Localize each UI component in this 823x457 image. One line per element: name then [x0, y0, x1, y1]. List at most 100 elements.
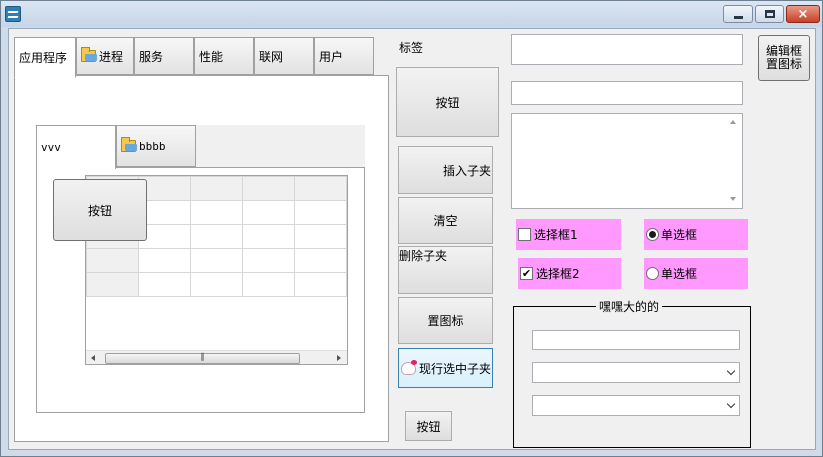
- group-title: 嘿嘿大的的: [596, 298, 663, 315]
- set-icon-button[interactable]: 置图标: [398, 297, 493, 344]
- radio-selected-dot-icon: [649, 231, 656, 238]
- scroll-right-arrow-icon[interactable]: [337, 355, 341, 361]
- scroll-thumb-grip: ⫼: [200, 353, 205, 363]
- panel-button[interactable]: 按钮: [53, 179, 147, 241]
- inner-tab-bbbb[interactable]: bbbb: [116, 125, 196, 167]
- grid-row-header: [86, 272, 139, 297]
- radio-1[interactable]: 单选框: [644, 219, 748, 250]
- grid-horizontal-scrollbar[interactable]: ⫼: [86, 350, 347, 364]
- radio-2[interactable]: 单选框: [644, 258, 748, 289]
- checkbox-2[interactable]: ✔ 选择框2: [518, 258, 621, 289]
- button-label: 现行选中子夹: [419, 361, 492, 376]
- tab-networking[interactable]: 联网: [254, 37, 314, 75]
- grid-cell[interactable]: [190, 224, 243, 249]
- scroll-thumb[interactable]: ⫼: [105, 353, 300, 364]
- clear-button[interactable]: 清空: [398, 197, 493, 244]
- group-text-input[interactable]: [532, 330, 740, 350]
- grid-cell[interactable]: [190, 248, 243, 273]
- inner-tab-label: vvv: [41, 141, 61, 154]
- app-logo-icon: [5, 6, 21, 22]
- small-button[interactable]: 按钮: [405, 411, 452, 441]
- button-label: 按钮: [87, 203, 112, 218]
- edit-frame-icon-button[interactable]: 编辑框置图标: [758, 35, 810, 81]
- table-row[interactable]: [86, 248, 347, 273]
- radio-circle[interactable]: [646, 228, 659, 241]
- main-window: × 应用程序 进程 服务 性能 联网 用户 vvv bbbb ⫼ 按钮 标签 按…: [0, 0, 823, 457]
- tab-users[interactable]: 用户: [314, 37, 374, 75]
- textarea-vertical-scrollbar[interactable]: [725, 114, 742, 208]
- tab-label: 服务: [139, 49, 164, 64]
- scroll-left-arrow-icon[interactable]: [91, 355, 95, 361]
- button-label: 删除子夹: [399, 249, 448, 263]
- grid-cell[interactable]: [138, 248, 191, 273]
- grid-cell[interactable]: [138, 272, 191, 297]
- checkbox-label: 选择框2: [536, 267, 580, 281]
- group-combo-2[interactable]: [532, 395, 740, 416]
- maximize-icon: [764, 10, 775, 18]
- group-combo-1[interactable]: [532, 362, 740, 383]
- grid-cell[interactable]: [294, 248, 347, 273]
- grid-cell[interactable]: [294, 224, 347, 249]
- scroll-up-arrow-icon[interactable]: [730, 120, 736, 124]
- minimize-icon: [733, 15, 743, 19]
- minimize-button[interactable]: [723, 5, 753, 23]
- radio-label: 单选框: [661, 267, 698, 281]
- delete-child-button[interactable]: 删除子夹: [398, 246, 493, 294]
- button-label: 插入子夹: [442, 163, 491, 178]
- grid-cell[interactable]: [242, 272, 295, 297]
- grid-cell[interactable]: [242, 200, 295, 225]
- tab-performance[interactable]: 性能: [194, 37, 254, 75]
- scroll-down-arrow-icon[interactable]: [730, 197, 736, 201]
- folder-icon: [121, 137, 137, 152]
- table-row[interactable]: [86, 272, 347, 297]
- folder-icon: [81, 47, 97, 62]
- hello-kitty-icon: [401, 359, 417, 375]
- chevron-down-icon[interactable]: [726, 399, 736, 409]
- grid-cell[interactable]: [242, 224, 295, 249]
- button-label: 清空: [433, 214, 458, 228]
- checkbox-label: 选择框1: [534, 228, 578, 242]
- inner-tab-vvv[interactable]: vvv: [36, 125, 116, 169]
- client-area: 应用程序 进程 服务 性能 联网 用户 vvv bbbb ⫼ 按钮 标签 按钮 …: [8, 28, 816, 450]
- tab-label: 用户: [319, 49, 344, 64]
- tab-applications[interactable]: 应用程序: [14, 37, 76, 78]
- chevron-down-icon[interactable]: [726, 366, 736, 376]
- grid-header-cell: [242, 176, 295, 201]
- radio-circle[interactable]: [646, 267, 659, 280]
- label-text: 标签: [399, 39, 423, 56]
- radio-label: 单选框: [661, 228, 698, 242]
- tab-label: 性能: [199, 49, 224, 64]
- tab-services[interactable]: 服务: [134, 37, 194, 75]
- grid-cell[interactable]: [190, 272, 243, 297]
- close-icon: ×: [797, 6, 809, 22]
- grid-header-cell: [190, 176, 243, 201]
- inner-tab-label: bbbb: [139, 139, 166, 153]
- big-button[interactable]: 按钮: [396, 67, 499, 137]
- multiline-text-area[interactable]: [511, 113, 743, 209]
- checkbox-box[interactable]: [518, 228, 531, 241]
- insert-child-button[interactable]: 插入子夹: [398, 146, 493, 194]
- grid-cell[interactable]: [242, 248, 295, 273]
- label-caption: 标签: [399, 41, 424, 55]
- close-button[interactable]: ×: [786, 5, 820, 23]
- text-input-1[interactable]: [511, 34, 743, 65]
- tab-processes[interactable]: 进程: [76, 37, 134, 75]
- text-input-2[interactable]: [511, 81, 743, 105]
- checkbox-1[interactable]: 选择框1: [516, 219, 621, 250]
- button-label: 编辑框置图标: [765, 44, 802, 71]
- button-label: 按钮: [435, 95, 460, 110]
- current-selected-child-button[interactable]: 现行选中子夹: [398, 348, 493, 388]
- button-label: 按钮: [416, 419, 441, 434]
- button-label: 置图标: [427, 314, 464, 328]
- grid-cell[interactable]: [294, 200, 347, 225]
- title-bar[interactable]: ×: [1, 1, 822, 27]
- grid-row-header: [86, 248, 139, 273]
- maximize-button[interactable]: [755, 5, 784, 23]
- tab-label: 进程: [99, 49, 124, 64]
- grid-cell[interactable]: [294, 272, 347, 297]
- tab-label: 联网: [259, 49, 284, 64]
- checkbox-box[interactable]: ✔: [520, 267, 533, 280]
- checkmark-icon: ✔: [521, 267, 532, 280]
- group-title-text: 嘿嘿大的的: [599, 300, 660, 314]
- grid-cell[interactable]: [190, 200, 243, 225]
